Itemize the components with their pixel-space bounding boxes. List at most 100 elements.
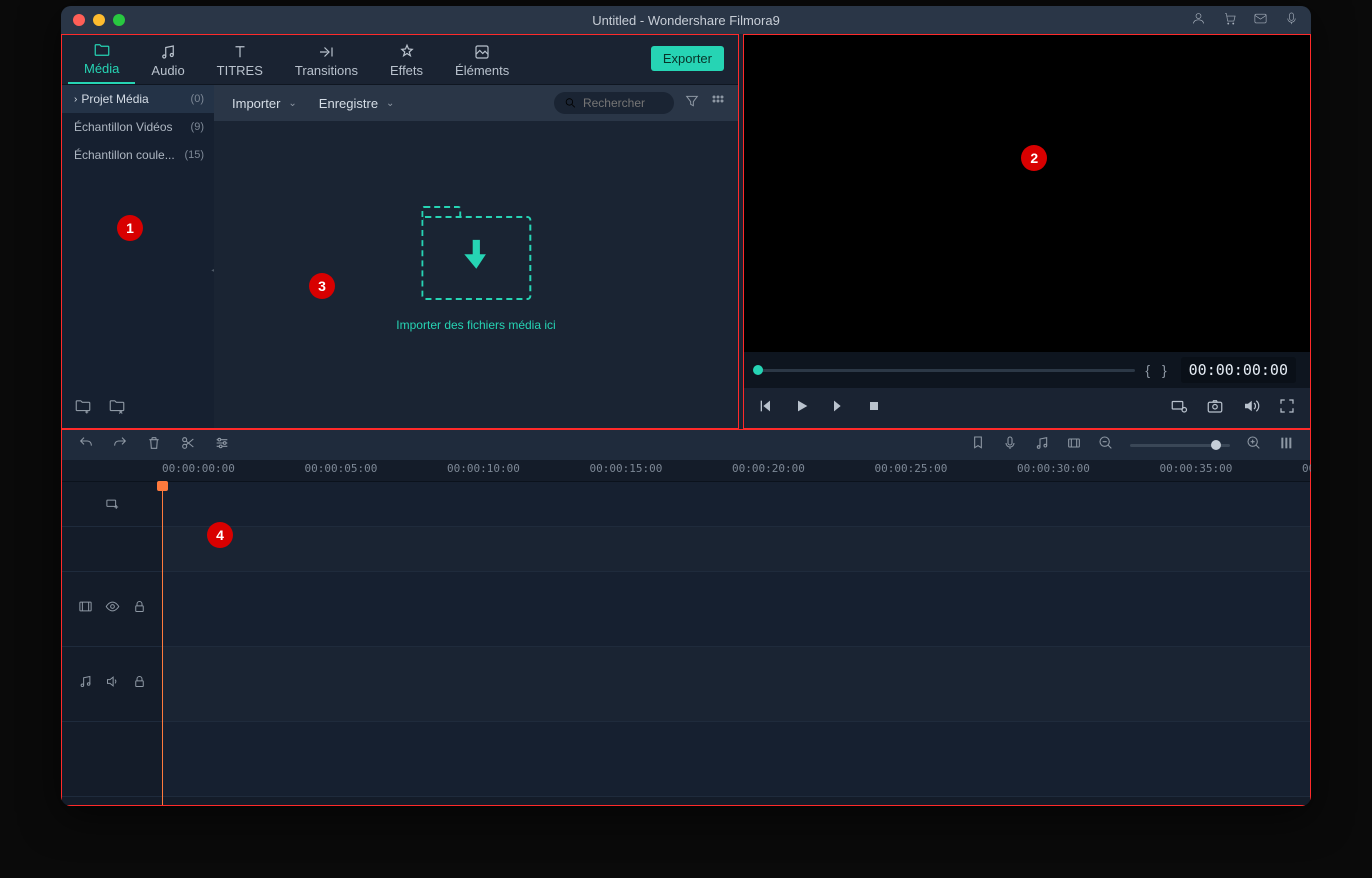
ruler-tick: 00:00:05:00	[305, 462, 378, 475]
scrubber-handle[interactable]	[753, 365, 763, 375]
tab-label: Éléments	[455, 63, 509, 78]
ruler-tick: 00:00:20:00	[732, 462, 805, 475]
search-icon	[564, 95, 577, 111]
titlebar: Untitled - Wondershare Filmora9	[61, 6, 1311, 34]
preview-controls	[744, 388, 1310, 428]
ruler-tick: 00:00:10:00	[447, 462, 520, 475]
preview-controls-right	[1170, 397, 1296, 420]
play-button[interactable]	[794, 398, 810, 419]
tab-titles[interactable]: TITRES	[201, 37, 279, 84]
annotation-badge-3: 3	[309, 273, 335, 299]
view-grid-icon[interactable]	[710, 93, 726, 114]
lock-toggle-icon[interactable]	[132, 599, 147, 619]
voiceover-icon[interactable]	[1002, 435, 1018, 456]
sidebar-item-sample-colors[interactable]: Échantillon coule... (15)	[62, 141, 214, 169]
step-forward-button[interactable]	[830, 398, 846, 419]
lock-toggle-icon[interactable]	[132, 674, 147, 694]
sidebar-item-label: Échantillon Vidéos	[74, 120, 173, 134]
filter-icon[interactable]	[684, 93, 700, 114]
ruler-tick: 00:00:25:00	[875, 462, 948, 475]
marker-icon[interactable]	[970, 435, 986, 456]
zoom-slider[interactable]	[1130, 444, 1230, 447]
dropzone-text: Importer des fichiers média ici	[396, 318, 555, 332]
account-icon[interactable]	[1191, 11, 1206, 29]
tab-elements[interactable]: Éléments	[439, 37, 525, 84]
mute-toggle-icon[interactable]	[105, 674, 120, 694]
visibility-toggle-icon[interactable]	[105, 599, 120, 619]
sidebar-item-label: Projet Média	[81, 92, 148, 106]
library-panel: Média Audio TITRES Transitions Effets	[61, 34, 739, 429]
ruler-tick: 00:00:40:00	[1302, 462, 1311, 475]
preview-panel: 2 { } 00:00:00:00	[743, 34, 1311, 429]
library-body: ›Projet Média (0) Échantillon Vidéos (9)…	[62, 85, 738, 428]
chevron-down-icon: ⌄	[386, 98, 394, 109]
quality-settings-icon[interactable]	[1170, 397, 1188, 420]
split-icon[interactable]	[180, 435, 196, 456]
volume-icon[interactable]	[1242, 397, 1260, 420]
in-out-markers-icon[interactable]: { }	[1145, 362, 1170, 378]
track-lane[interactable]	[162, 647, 1310, 721]
undo-icon[interactable]	[78, 435, 94, 456]
sidebar-item-count: (0)	[191, 93, 204, 105]
zoom-slider-thumb[interactable]	[1211, 440, 1221, 450]
playhead[interactable]	[162, 482, 163, 805]
track-lane[interactable]	[162, 527, 1310, 571]
dropzone-folder-icon	[421, 216, 531, 300]
search-box[interactable]	[554, 92, 674, 114]
sidebar-item-project-media[interactable]: ›Projet Média (0)	[62, 85, 214, 113]
search-input[interactable]	[583, 96, 664, 110]
titlebar-actions	[1191, 11, 1299, 29]
tab-label: Audio	[151, 63, 184, 78]
ruler-tick: 00:00:00:00	[162, 462, 235, 475]
tab-audio[interactable]: Audio	[135, 37, 200, 84]
timeline-panel: 00:00:00:0000:00:05:0000:00:10:0000:00:1…	[61, 429, 1311, 806]
snapshot-icon[interactable]	[1206, 397, 1224, 420]
import-dropdown[interactable]: Importer ⌄	[226, 92, 303, 115]
preview-scrubber[interactable]	[758, 369, 1135, 372]
track-lane[interactable]	[162, 482, 1310, 526]
tab-effects[interactable]: Effets	[374, 37, 439, 84]
ruler-tick: 00:00:30:00	[1017, 462, 1090, 475]
tab-media[interactable]: Média	[68, 35, 135, 84]
track-row-spacer	[62, 527, 1310, 572]
timeline-view-icon[interactable]	[1278, 435, 1294, 456]
record-dropdown[interactable]: Enregistre ⌄	[313, 92, 401, 115]
upper-area: Média Audio TITRES Transitions Effets	[61, 34, 1311, 429]
tab-label: Transitions	[295, 63, 358, 78]
delete-folder-icon[interactable]	[108, 397, 126, 418]
redo-icon[interactable]	[112, 435, 128, 456]
add-track-button[interactable]	[62, 482, 162, 526]
sidebar-item-label: Échantillon coule...	[74, 148, 175, 162]
edit-settings-icon[interactable]	[214, 435, 230, 456]
sidebar-item-count: (9)	[191, 121, 204, 133]
track-lane[interactable]	[162, 572, 1310, 646]
cart-icon[interactable]	[1222, 11, 1237, 29]
stop-button[interactable]	[866, 398, 882, 419]
media-toolbar: Importer ⌄ Enregistre ⌄	[214, 85, 738, 121]
track-lane[interactable]	[162, 722, 1310, 796]
zoom-out-icon[interactable]	[1098, 435, 1114, 456]
timeline-ruler[interactable]: 00:00:00:0000:00:05:0000:00:10:0000:00:1…	[62, 460, 1310, 482]
annotation-badge-1: 1	[117, 215, 143, 241]
sidebar-footer	[74, 397, 126, 418]
audio-mixer-icon[interactable]	[1034, 435, 1050, 456]
sidebar-item-sample-videos[interactable]: Échantillon Vidéos (9)	[62, 113, 214, 141]
library-tabs: Média Audio TITRES Transitions Effets	[62, 35, 738, 85]
tab-transitions[interactable]: Transitions	[279, 37, 374, 84]
window-title: Untitled - Wondershare Filmora9	[61, 13, 1311, 28]
app-window: Untitled - Wondershare Filmora9 Média Au…	[61, 6, 1311, 806]
download-arrow-icon	[461, 237, 491, 278]
media-sidebar: ›Projet Média (0) Échantillon Vidéos (9)…	[62, 85, 214, 428]
render-preview-icon[interactable]	[1066, 435, 1082, 456]
track-row-empty	[62, 722, 1310, 797]
step-back-button[interactable]	[758, 398, 774, 419]
zoom-in-icon[interactable]	[1246, 435, 1262, 456]
mic-icon[interactable]	[1284, 11, 1299, 29]
export-button[interactable]: Exporter	[651, 46, 724, 71]
new-folder-icon[interactable]	[74, 397, 92, 418]
fullscreen-icon[interactable]	[1278, 397, 1296, 420]
message-icon[interactable]	[1253, 11, 1268, 29]
import-dropzone[interactable]: Importer des fichiers média ici	[396, 216, 555, 332]
media-browser: Importer ⌄ Enregistre ⌄	[214, 85, 738, 428]
delete-icon[interactable]	[146, 435, 162, 456]
